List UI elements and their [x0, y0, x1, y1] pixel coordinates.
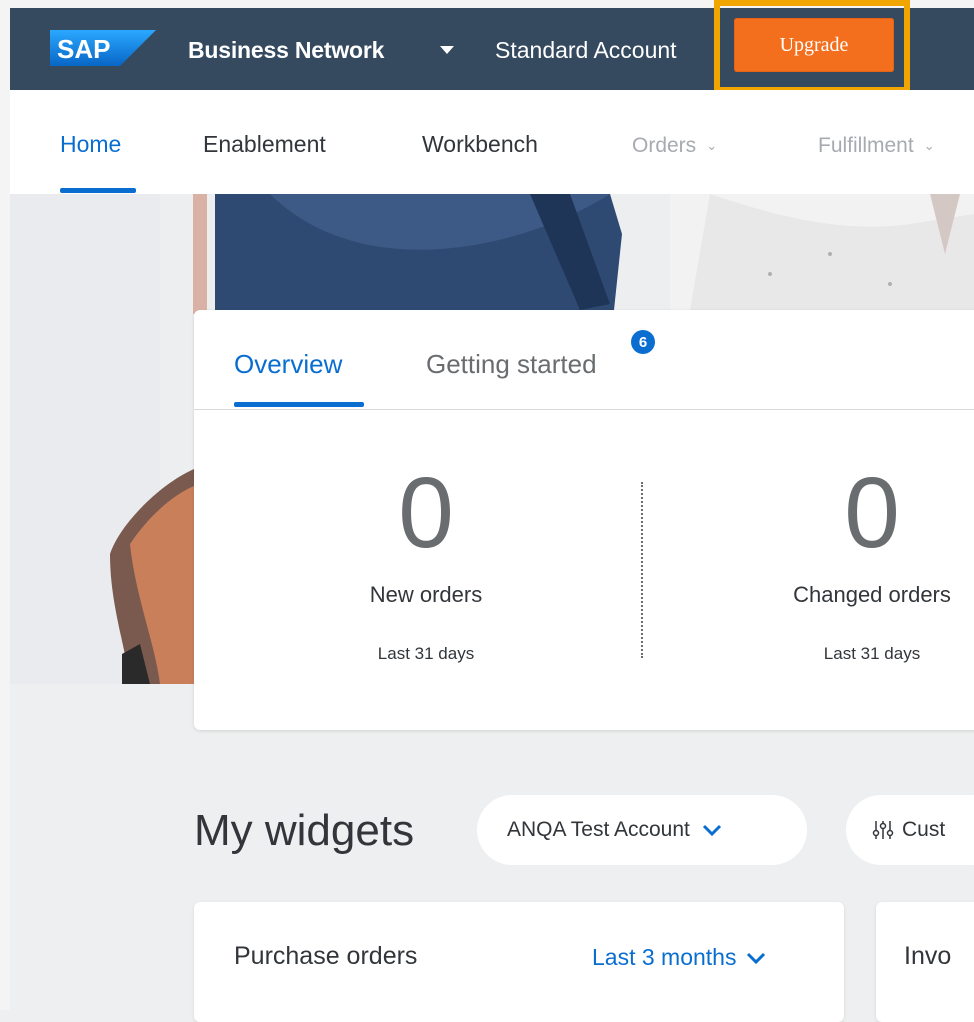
nav-item-fulfillment-label: Fulfillment	[818, 134, 914, 157]
svg-text:SAP: SAP	[57, 34, 110, 64]
chevron-down-icon: ⌄	[706, 138, 718, 154]
widget-title: Invo	[904, 942, 952, 970]
product-dropdown-icon[interactable]	[440, 46, 454, 54]
nav-item-home[interactable]: Home	[60, 130, 121, 158]
widget-purchase-orders: Purchase orders Last 3 months	[194, 902, 844, 1022]
nav-active-indicator	[60, 188, 136, 193]
nav-item-orders[interactable]: Orders ⌄	[632, 132, 717, 160]
kpi-label: Changed orders	[793, 582, 951, 607]
nav-item-workbench[interactable]: Workbench	[422, 130, 538, 158]
kpi-changed-orders[interactable]: 0 Changed orders Last 31 days	[752, 458, 974, 664]
chevron-down-icon	[747, 952, 766, 964]
sap-logo[interactable]: SAP	[50, 30, 156, 66]
upgrade-button[interactable]: Upgrade	[734, 18, 894, 72]
kpi-period: Last 31 days	[377, 644, 475, 663]
kpi-value: 0	[844, 457, 900, 569]
nav-item-orders-label: Orders	[632, 134, 697, 157]
kpi-label: New orders	[369, 582, 483, 607]
customize-label: Cust	[902, 818, 946, 841]
tab-active-indicator	[234, 402, 364, 407]
chevron-down-icon: ⌄	[923, 138, 935, 154]
period-filter-label: Last 3 months	[592, 944, 737, 970]
notification-badge: 6	[631, 330, 655, 354]
window-frame-left	[0, 0, 10, 1010]
kpi-value: 0	[398, 457, 454, 569]
customize-sliders-icon	[872, 821, 894, 839]
chevron-down-icon	[702, 824, 721, 837]
account-type-label: Standard Account	[495, 37, 677, 63]
widgets-heading: My widgets	[194, 806, 415, 855]
account-filter-dropdown[interactable]: ANQA Test Account	[477, 795, 807, 865]
nav-item-enablement[interactable]: Enablement	[203, 130, 326, 158]
account-filter-label: ANQA Test Account	[507, 818, 690, 841]
top-navigation: Home Enablement Workbench Orders ⌄ Fulfil…	[10, 90, 974, 194]
customize-button[interactable]: Cust	[846, 795, 974, 865]
nav-item-fulfillment[interactable]: Fulfillment ⌄	[818, 132, 935, 160]
kpi-new-orders[interactable]: 0 New orders Last 31 days	[306, 458, 546, 664]
overview-card: Overview Getting started 6 0 New orders …	[194, 310, 974, 730]
kpi-divider	[641, 482, 643, 658]
widget-invoices: Invo	[876, 902, 974, 1022]
tab-divider	[194, 409, 974, 410]
tab-getting-started[interactable]: Getting started	[426, 348, 597, 380]
product-title[interactable]: Business Network	[188, 36, 384, 64]
tab-overview[interactable]: Overview	[234, 348, 342, 380]
widget-title: Purchase orders	[234, 942, 418, 970]
period-filter-dropdown[interactable]: Last 3 months	[592, 944, 766, 971]
kpi-period: Last 31 days	[823, 644, 921, 663]
